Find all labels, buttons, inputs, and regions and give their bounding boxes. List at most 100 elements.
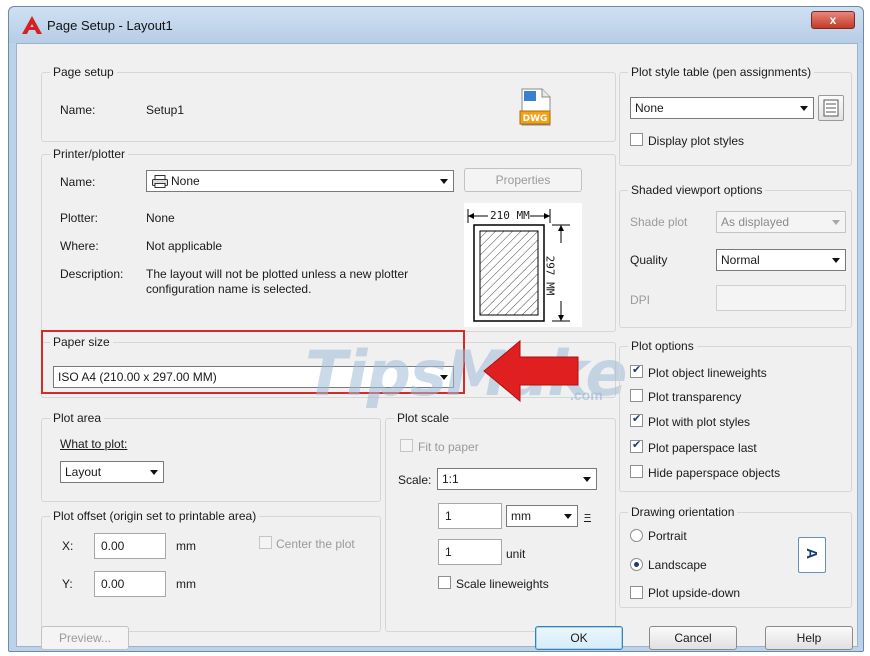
- description-line-2: configuration name is selected.: [146, 282, 312, 296]
- scale-numerator-input[interactable]: 1: [438, 503, 502, 529]
- plot-area-title: Plot area: [50, 411, 105, 425]
- landscape-label[interactable]: Landscape: [648, 558, 707, 572]
- printer-name-value: None: [171, 174, 200, 188]
- cancel-button[interactable]: Cancel: [649, 626, 737, 650]
- scale-select[interactable]: 1:1: [437, 468, 597, 490]
- scale-unit-label: unit: [506, 547, 526, 561]
- description-label: Description:: [60, 267, 124, 281]
- close-button[interactable]: x: [811, 11, 855, 29]
- plot-offset-title: Plot offset (origin set to printable are…: [50, 509, 260, 523]
- printer-name-label: Name:: [60, 175, 96, 189]
- plot-option-checkbox-2[interactable]: [630, 389, 643, 402]
- scale-lineweights-checkbox[interactable]: [438, 576, 451, 589]
- paper-preview: 210 MM 297 MM: [464, 203, 582, 327]
- chevron-down-icon: [832, 220, 840, 225]
- shaded-viewport-group: Shaded viewport options Shade plot As di…: [619, 183, 852, 328]
- orientation-glyph: A: [802, 548, 820, 559]
- dwg-file-icon: DWG: [519, 88, 551, 126]
- shaded-viewport-title: Shaded viewport options: [628, 183, 766, 197]
- portrait-radio[interactable]: [630, 529, 643, 542]
- dialog-body: Page setup Name: Setup1 DWG Printer/plot…: [16, 43, 858, 650]
- x-offset-value: 0.00: [101, 539, 125, 553]
- what-to-plot-value: Layout: [65, 465, 102, 479]
- quality-value: Normal: [721, 253, 760, 267]
- plot-option-label-3[interactable]: Plot with plot styles: [648, 415, 750, 429]
- fit-to-paper-label[interactable]: Fit to paper: [418, 440, 479, 454]
- scale-unit-value: mm: [511, 509, 531, 523]
- center-plot-label[interactable]: Center the plot: [276, 537, 355, 551]
- paper-width-dimension: 210 MM: [490, 209, 530, 222]
- window-title: Page Setup - Layout1: [47, 18, 173, 33]
- ok-button[interactable]: OK: [535, 626, 623, 650]
- edit-plot-style-button[interactable]: [818, 95, 844, 121]
- dpi-label: DPI: [630, 293, 651, 307]
- plot-options-title: Plot options: [628, 339, 697, 353]
- plot-option-checkbox-1[interactable]: [630, 363, 643, 378]
- shade-plot-value: As displayed: [721, 215, 790, 229]
- edit-table-icon: [823, 99, 839, 117]
- properties-button[interactable]: Properties: [464, 168, 582, 192]
- what-to-plot-select[interactable]: Layout: [60, 461, 164, 483]
- title-bar[interactable]: Page Setup - Layout1 x: [9, 7, 863, 43]
- chevron-down-icon: [564, 514, 572, 519]
- autocad-logo-icon: [22, 16, 42, 34]
- center-plot-checkbox[interactable]: [259, 536, 272, 549]
- dpi-input[interactable]: [716, 285, 846, 311]
- upside-down-label[interactable]: Plot upside-down: [648, 586, 740, 600]
- fit-to-paper-checkbox[interactable]: [400, 439, 413, 452]
- y-offset-label: Y:: [62, 577, 73, 591]
- landscape-radio[interactable]: [630, 558, 643, 571]
- display-plot-styles-label[interactable]: Display plot styles: [648, 134, 744, 148]
- setup-name-label: Name:: [60, 103, 96, 117]
- plot-option-label-4[interactable]: Plot paperspace last: [648, 441, 757, 455]
- scale-lineweights-label[interactable]: Scale lineweights: [456, 577, 549, 591]
- plot-option-label-2[interactable]: Plot transparency: [648, 390, 741, 404]
- plot-area-group: Plot area What to plot: Layout: [41, 411, 381, 502]
- printer-name-select[interactable]: None: [146, 170, 454, 192]
- plot-option-checkbox-3[interactable]: [630, 412, 643, 427]
- plot-option-label-1[interactable]: Plot object lineweights: [648, 366, 767, 380]
- printer-icon: [152, 175, 168, 188]
- x-offset-input[interactable]: 0.00: [94, 533, 166, 559]
- plot-style-select[interactable]: None: [630, 97, 814, 119]
- scale-denominator-value: 1: [445, 545, 452, 559]
- plot-style-value: None: [635, 101, 664, 115]
- shade-plot-select[interactable]: As displayed: [716, 211, 846, 233]
- setup-name-value: Setup1: [146, 103, 185, 117]
- shade-plot-label: Shade plot: [630, 215, 688, 229]
- plot-scale-title: Plot scale: [394, 411, 453, 425]
- scale-equals: =: [584, 509, 592, 523]
- help-button[interactable]: Help: [765, 626, 853, 650]
- chevron-down-icon: [583, 477, 591, 482]
- plot-option-checkbox-5[interactable]: [630, 465, 643, 478]
- plot-scale-group: Plot scale Fit to paper Scale: 1:1 1 mm …: [385, 411, 616, 632]
- preview-button[interactable]: Preview...: [41, 626, 129, 650]
- page-setup-dialog: Page Setup - Layout1 x Page setup Name: …: [8, 6, 864, 652]
- plot-option-label-5[interactable]: Hide paperspace objects: [648, 466, 780, 480]
- plot-options-group: Plot options Plot object lineweights Plo…: [619, 339, 852, 492]
- upside-down-checkbox[interactable]: [630, 586, 643, 599]
- svg-text:DWG: DWG: [523, 114, 548, 124]
- x-offset-unit: mm: [176, 539, 196, 553]
- scale-unit-select[interactable]: mm: [506, 505, 578, 527]
- quality-label: Quality: [630, 253, 668, 267]
- where-label: Where:: [60, 239, 99, 253]
- y-offset-input[interactable]: 0.00: [94, 571, 166, 597]
- quality-select[interactable]: Normal: [716, 249, 846, 271]
- scale-denominator-input[interactable]: 1: [438, 539, 502, 565]
- scale-value: 1:1: [442, 472, 459, 486]
- y-offset-value: 0.00: [101, 577, 125, 591]
- portrait-label[interactable]: Portrait: [648, 529, 687, 543]
- where-value: Not applicable: [146, 239, 223, 253]
- orientation-preview-icon: A: [798, 537, 826, 573]
- plotter-label: Plotter:: [60, 211, 99, 225]
- red-arrow-icon: [483, 339, 579, 403]
- chevron-down-icon: [440, 179, 448, 184]
- display-plot-styles-checkbox[interactable]: [630, 133, 643, 146]
- scale-numerator-value: 1: [445, 509, 452, 523]
- paper-height-dimension: 297 MM: [543, 255, 557, 296]
- chevron-down-icon: [150, 470, 158, 475]
- plot-option-checkbox-4[interactable]: [630, 438, 643, 453]
- y-offset-unit: mm: [176, 577, 196, 591]
- plot-style-group: Plot style table (pen assignments) None …: [619, 65, 852, 166]
